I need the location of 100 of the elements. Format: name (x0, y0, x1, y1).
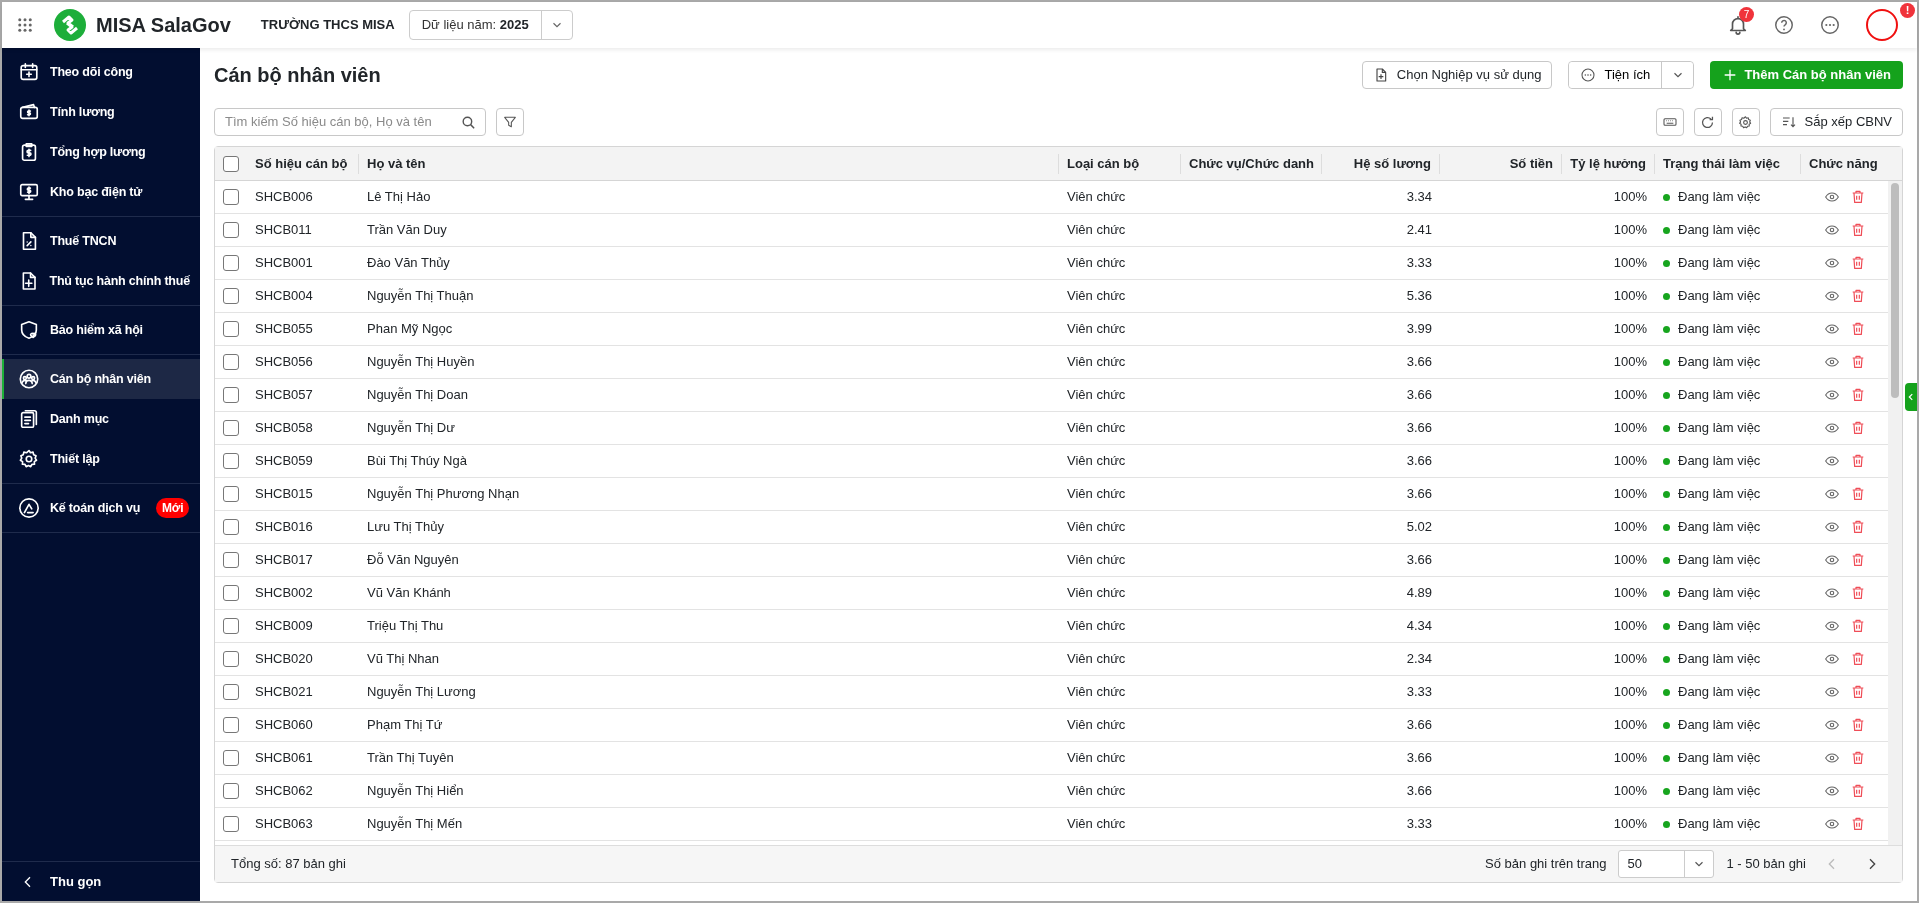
table-cell-text: Viên chức (1066, 386, 1127, 405)
row-checkbox[interactable] (223, 321, 239, 337)
sidebar-item[interactable]: Tổng hợp lương (2, 132, 200, 172)
sidebar-item[interactable]: Thiết lập (2, 439, 200, 479)
table-cell-text: Viên chức (1066, 584, 1127, 603)
refresh-button[interactable] (1693, 108, 1722, 136)
year-selector[interactable]: Dữ liệu năm: 2025 (408, 10, 573, 40)
table-cell-text: Vũ Văn Khánh (366, 584, 452, 603)
row-checkbox[interactable] (223, 387, 239, 403)
eye-icon[interactable] (1823, 783, 1840, 799)
table-cell-text: 4.34 (1405, 617, 1433, 636)
eye-icon[interactable] (1823, 519, 1840, 535)
eye-icon[interactable] (1823, 222, 1840, 238)
select-all-checkbox[interactable] (223, 156, 239, 172)
page-size-selector[interactable]: 50 (1618, 850, 1715, 878)
eye-icon[interactable] (1823, 453, 1840, 469)
eye-icon[interactable] (1823, 651, 1840, 667)
row-checkbox[interactable] (223, 717, 239, 733)
eye-icon[interactable] (1823, 189, 1840, 205)
sidebar-item[interactable]: Thủ tục hành chính thuế (2, 261, 200, 301)
table-cell-text: SHCB059 (254, 452, 314, 471)
table-cell-text: 100% (1612, 551, 1648, 570)
sidebar-item[interactable]: Bảo hiểm xã hội (2, 310, 200, 350)
eye-icon[interactable] (1823, 618, 1840, 634)
eye-icon[interactable] (1823, 255, 1840, 271)
eye-icon[interactable] (1823, 552, 1840, 568)
row-checkbox[interactable] (223, 783, 239, 799)
sidebar-item[interactable]: Danh mục (2, 399, 200, 439)
table-cell-text: 100% (1612, 419, 1648, 438)
table-cell-text: Vũ Thị Nhan (366, 650, 441, 669)
row-checkbox[interactable] (223, 288, 239, 304)
table-cell-text: Viên chức (1066, 782, 1127, 801)
column-header: Trạng thái làm việc (1655, 154, 1801, 174)
row-checkbox[interactable] (223, 189, 239, 205)
table-cell-text: 3.66 (1405, 353, 1433, 372)
row-checkbox[interactable] (223, 519, 239, 535)
more-options-icon[interactable] (1819, 14, 1841, 36)
table-cell-text: Nguyễn Thị Huyền (366, 353, 476, 372)
filter-button[interactable] (496, 108, 524, 136)
status-text: Đang làm việc (1678, 188, 1761, 207)
keyboard-button[interactable] (1655, 108, 1684, 136)
row-checkbox[interactable] (223, 651, 239, 667)
table-cell-text: Viên chức (1066, 287, 1127, 306)
row-checkbox[interactable] (223, 486, 239, 502)
eye-icon[interactable] (1823, 816, 1840, 832)
people-icon (18, 368, 40, 390)
sidebar-item[interactable]: Kế toán dịch vụ Mới (2, 488, 200, 528)
table-cell-text: SHCB002 (254, 584, 314, 603)
app-grid-icon[interactable] (16, 16, 34, 34)
choose-function-button[interactable]: Chọn Nghiệp vụ sử dụng (1361, 61, 1553, 89)
column-header: Họ và tên (359, 154, 1059, 174)
table-cell-text: 100% (1612, 716, 1648, 735)
row-checkbox[interactable] (223, 750, 239, 766)
sort-button[interactable]: Sắp xếp CBNV (1769, 108, 1903, 136)
eye-icon[interactable] (1823, 585, 1840, 601)
eye-icon[interactable] (1823, 750, 1840, 766)
row-checkbox[interactable] (223, 585, 239, 601)
table-cell-text: Phan Mỹ Ngọc (366, 320, 454, 339)
settings-button[interactable] (1731, 108, 1760, 136)
sidebar-item[interactable]: Theo dõi công (2, 52, 200, 92)
sidebar-item[interactable]: Tính lương (2, 92, 200, 132)
eye-icon[interactable] (1823, 321, 1840, 337)
row-checkbox[interactable] (223, 453, 239, 469)
row-checkbox[interactable] (223, 354, 239, 370)
table-cell-text: 100% (1612, 749, 1648, 768)
side-panel-tab[interactable] (1905, 383, 1917, 411)
row-checkbox[interactable] (223, 618, 239, 634)
row-checkbox[interactable] (223, 816, 239, 832)
row-checkbox[interactable] (223, 255, 239, 271)
table-cell-text: Viên chức (1066, 419, 1127, 438)
sidebar-item[interactable]: Thuế TNCN (2, 221, 200, 261)
row-checkbox[interactable] (223, 222, 239, 238)
status-text: Đang làm việc (1678, 254, 1761, 273)
table-cell-text: Viên chức (1066, 254, 1127, 273)
help-icon[interactable] (1773, 14, 1795, 36)
sidebar-item[interactable]: Kho bạc điện tử (2, 172, 200, 212)
search-icon (460, 113, 477, 131)
scrollbar[interactable] (1888, 181, 1902, 845)
eye-icon[interactable] (1823, 486, 1840, 502)
table-cell-text: SHCB016 (254, 518, 314, 537)
status-text: Đang làm việc (1678, 221, 1761, 240)
user-avatar[interactable] (1866, 9, 1898, 41)
eye-icon[interactable] (1823, 420, 1840, 436)
row-checkbox[interactable] (223, 420, 239, 436)
table-cell-text: Viên chức (1066, 551, 1127, 570)
table-cell-text: 5.36 (1405, 287, 1433, 306)
row-checkbox[interactable] (223, 552, 239, 568)
eye-icon[interactable] (1823, 354, 1840, 370)
search-field[interactable]: Tìm kiếm Số hiệu cán bộ, Họ và tên (214, 108, 486, 136)
eye-icon[interactable] (1823, 288, 1840, 304)
table-cell-text: Nguyễn Thị Hiển (366, 782, 465, 801)
filter-icon (502, 114, 518, 130)
row-checkbox[interactable] (223, 684, 239, 700)
table-cell-text: 100% (1612, 353, 1648, 372)
table-cell-text: Viên chức (1066, 716, 1127, 735)
eye-icon[interactable] (1823, 684, 1840, 700)
eye-icon[interactable] (1823, 717, 1840, 733)
sidebar-item[interactable]: Cán bộ nhân viên (2, 359, 200, 399)
table-cell-text: Nguyễn Thị Doan (366, 386, 469, 405)
eye-icon[interactable] (1823, 387, 1840, 403)
